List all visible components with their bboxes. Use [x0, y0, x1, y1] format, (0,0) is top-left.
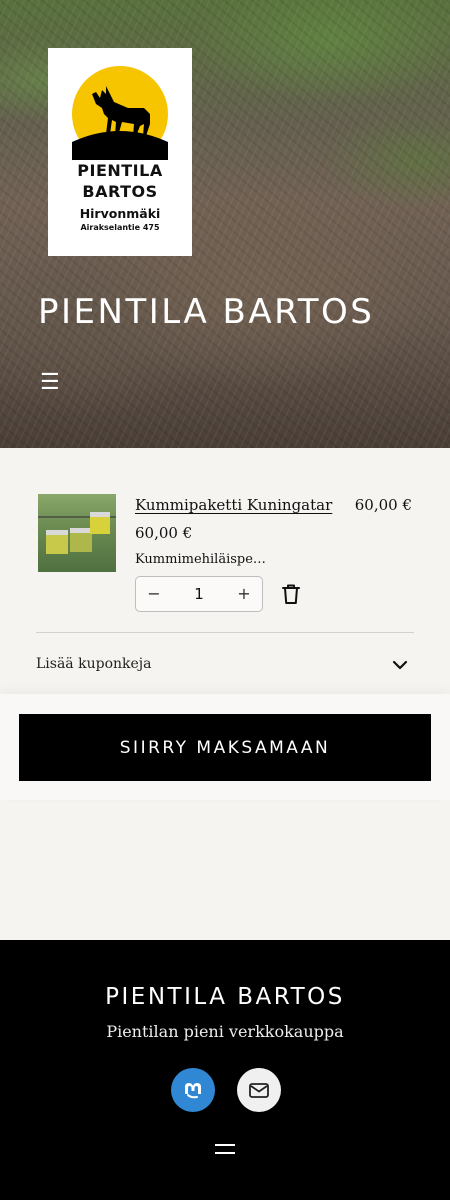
product-name-link[interactable]: Kummipaketti Kuningatar [135, 496, 332, 514]
logo-line-1: PIENTILA [77, 161, 163, 180]
mail-icon [249, 1083, 269, 1098]
site-title[interactable]: PIENTILA BARTOS [38, 292, 374, 332]
quantity-value[interactable]: 1 [176, 584, 222, 604]
logo-address: Airakselantie 475 [80, 223, 160, 232]
menu-icon[interactable]: ☰ [40, 372, 62, 394]
hero-banner: PIENTILA BARTOS Hirvonmäki Airakselantie… [0, 0, 450, 448]
logo-line-2: BARTOS [82, 182, 158, 201]
quantity-stepper[interactable]: − 1 + [135, 576, 263, 612]
site-logo[interactable]: PIENTILA BARTOS Hirvonmäki Airakselantie… [48, 48, 192, 256]
thumbnail-hive [46, 530, 68, 554]
footer-title[interactable]: PIENTILA BARTOS [0, 984, 450, 1010]
footer-menu-icon[interactable] [215, 1142, 235, 1156]
checkout-bar: SIIRRY MAKSAMAAN [0, 694, 450, 800]
cart-divider [36, 632, 414, 633]
logo-line-3: Hirvonmäki [79, 206, 161, 221]
increase-quantity-button[interactable]: + [232, 584, 256, 604]
thumbnail-hive [90, 512, 110, 534]
decrease-quantity-button[interactable]: − [142, 584, 166, 604]
moose-sun-icon [72, 66, 168, 160]
checkout-button[interactable]: SIIRRY MAKSAMAAN [19, 714, 431, 781]
coupon-toggle-label[interactable]: Lisää kuponkeja [36, 656, 151, 672]
mastodon-link[interactable] [171, 1068, 215, 1112]
product-thumbnail[interactable] [38, 494, 116, 572]
unit-price: 60,00 € [135, 524, 193, 542]
chevron-down-icon[interactable] [392, 659, 408, 671]
product-description: Kummimehiläispe… [135, 552, 266, 567]
mastodon-icon [185, 1083, 201, 1099]
line-total: 60,00 € [354, 496, 412, 514]
email-link[interactable] [237, 1068, 281, 1112]
thumbnail-hive [70, 528, 92, 552]
trash-icon[interactable] [281, 583, 301, 605]
site-footer: PIENTILA BARTOS Pientilan pieni verkkoka… [0, 940, 450, 1200]
footer-tagline: Pientilan pieni verkkokauppa [106, 1022, 344, 1041]
